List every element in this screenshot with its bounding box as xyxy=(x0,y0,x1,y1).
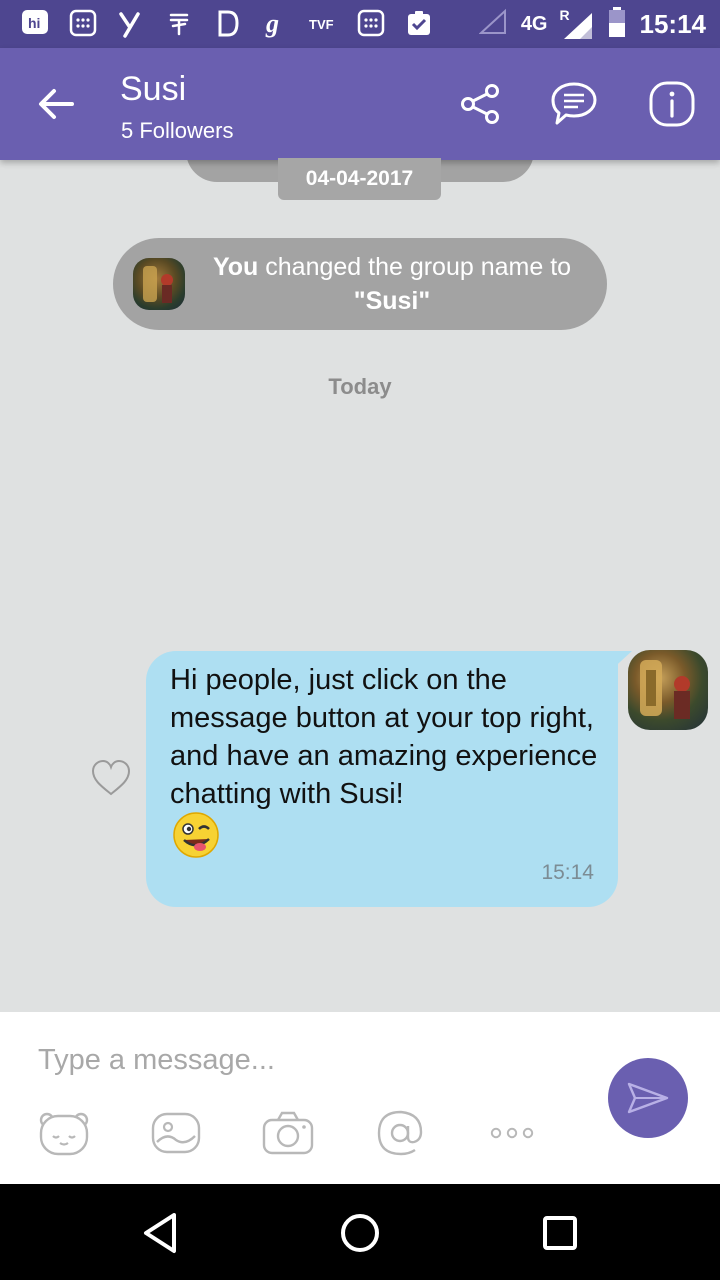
paytm-icon xyxy=(162,6,196,40)
svg-text:g: g xyxy=(265,9,279,38)
date-chip: 04-04-2017 xyxy=(278,158,441,200)
system-message-action: changed the group name to xyxy=(258,253,572,281)
tvf-icon: TVF xyxy=(306,6,340,40)
message-input[interactable] xyxy=(38,1034,578,1086)
arrow-left-icon xyxy=(39,89,74,119)
more-dots-icon xyxy=(490,1127,534,1139)
camera-icon xyxy=(262,1111,314,1155)
share-button[interactable] xyxy=(454,78,506,130)
circle-home-icon xyxy=(341,1214,379,1252)
mention-button[interactable] xyxy=(372,1108,428,1158)
calculator-icon xyxy=(66,6,100,40)
status-bar: hi g TVF 4G R 15:14 xyxy=(0,0,720,48)
triangle-back-icon xyxy=(144,1213,176,1253)
back-button[interactable] xyxy=(30,78,82,130)
roaming-indicator: R xyxy=(559,7,570,23)
like-button[interactable] xyxy=(90,758,132,800)
gallery-button[interactable] xyxy=(148,1108,204,1158)
message-composer xyxy=(0,1012,720,1184)
gaana-icon: g xyxy=(258,6,292,40)
status-time: 15:14 xyxy=(639,8,707,39)
followers-count[interactable]: 5 Followers xyxy=(121,118,233,144)
system-message-group-name: "Susi" xyxy=(353,287,431,315)
svg-text:TVF: TVF xyxy=(309,17,334,32)
hike-icon: hi xyxy=(18,6,52,40)
navigation-bar xyxy=(0,1184,720,1280)
info-button[interactable] xyxy=(646,78,698,130)
sticker-button[interactable] xyxy=(36,1108,92,1158)
avatar[interactable] xyxy=(133,258,185,310)
send-button[interactable] xyxy=(608,1058,688,1138)
nav-home-button[interactable] xyxy=(335,1208,385,1258)
more-options-button[interactable] xyxy=(484,1108,540,1158)
at-sign-icon xyxy=(377,1110,423,1156)
nav-back-button[interactable] xyxy=(135,1208,185,1258)
message-button[interactable] xyxy=(548,78,600,130)
battery-icon xyxy=(606,5,628,44)
app-bar: Susi 5 Followers xyxy=(0,48,720,160)
nav-recents-button[interactable] xyxy=(535,1208,585,1258)
dailyhunt-icon xyxy=(210,6,244,40)
message-time: 15:14 xyxy=(541,861,594,884)
chat-screen: hi g TVF 4G R 15:14 Susi 5 Followers 04-… xyxy=(0,0,720,1280)
network-type-label: 4G xyxy=(520,12,548,35)
calculator-icon xyxy=(354,6,388,40)
system-message-text: You changed the group name to "Susi" xyxy=(197,250,587,318)
square-recents-icon xyxy=(543,1216,577,1250)
system-message: You changed the group name to "Susi" xyxy=(113,238,607,330)
today-divider: Today xyxy=(328,374,392,399)
bear-face-icon xyxy=(39,1112,89,1156)
status-bar-system-icons: 4G R 15:14 xyxy=(478,0,707,48)
image-icon xyxy=(151,1112,201,1154)
message-text: Hi people, just click on the message but… xyxy=(170,664,598,810)
heart-icon xyxy=(91,759,131,796)
signal-strength-icon: R xyxy=(560,7,594,41)
svg-text:hi: hi xyxy=(28,15,40,31)
send-icon xyxy=(627,1082,669,1114)
chat-title[interactable]: Susi xyxy=(120,70,186,109)
system-message-actor: You xyxy=(212,253,259,281)
info-icon xyxy=(649,81,695,127)
yatra-icon xyxy=(114,6,148,40)
message-bubble[interactable]: Hi people, just click on the message but… xyxy=(146,651,618,907)
status-bar-notification-icons: hi g TVF xyxy=(18,6,436,40)
camera-button[interactable] xyxy=(260,1108,316,1158)
share-icon xyxy=(461,84,499,124)
winking-face-tongue-emoji xyxy=(172,811,220,859)
chat-bubble-icon xyxy=(551,82,597,125)
wifi-off-icon xyxy=(478,7,509,42)
task-check-icon xyxy=(402,6,436,40)
avatar[interactable] xyxy=(628,650,708,730)
